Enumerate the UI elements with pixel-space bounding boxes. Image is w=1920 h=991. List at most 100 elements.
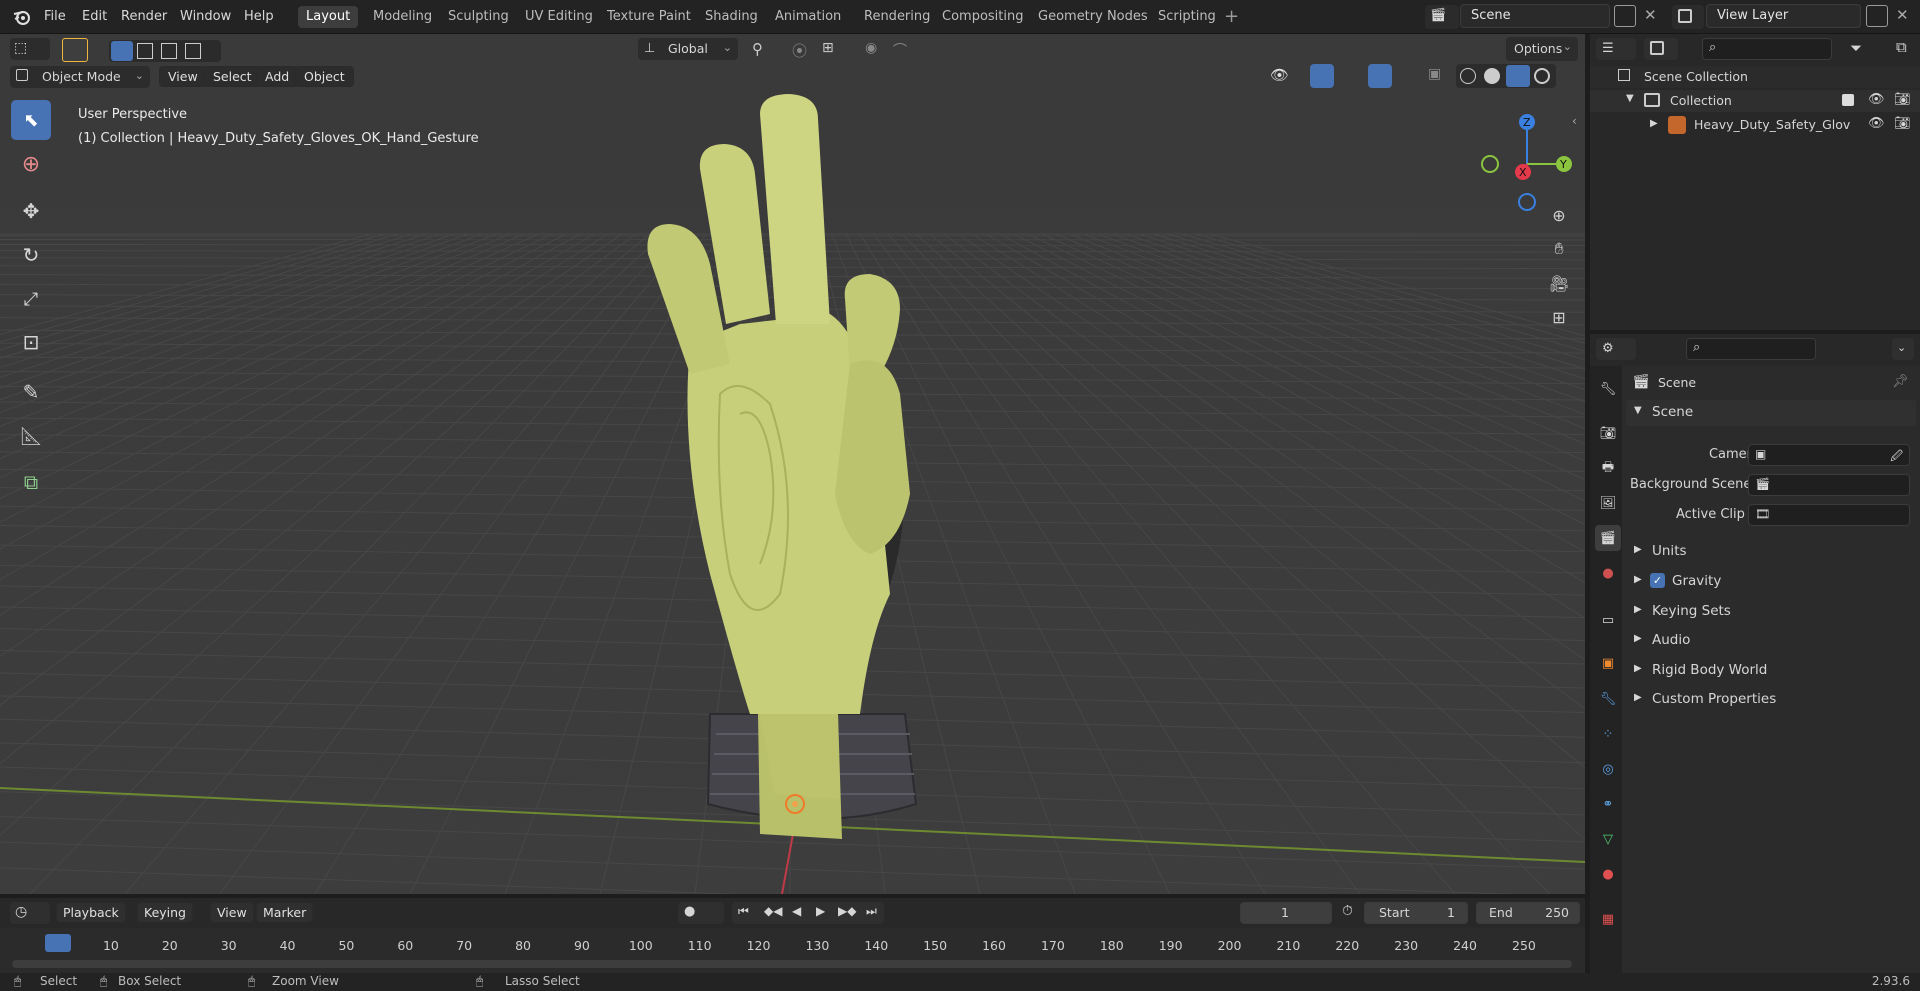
- tab-view-layer[interactable]: 🖼︎: [1595, 490, 1621, 516]
- playback-menu[interactable]: Playback: [56, 902, 126, 923]
- active-clip-field[interactable]: 🎞︎: [1748, 504, 1910, 526]
- tab-compositing[interactable]: Compositing: [934, 6, 1032, 28]
- view-layer-field[interactable]: View Layer: [1706, 4, 1861, 28]
- select-box-tool[interactable]: ⬉: [11, 100, 51, 140]
- rigid-body-world-panel-header[interactable]: ▶ Rigid Body World: [1626, 659, 1916, 683]
- delete-view-layer-icon[interactable]: ✕: [1896, 6, 1909, 24]
- 3d-viewport[interactable]: ⬚ ⊥ Global ⌄ ⚲ ⦿ ⊞ ◉ ⌒ Options ⌄ Object …: [0, 34, 1585, 894]
- new-collection-icon[interactable]: ⧉: [1896, 38, 1907, 56]
- timeline-scrollbar[interactable]: [12, 960, 1572, 968]
- scene-selector-button[interactable]: 🎬︎: [1425, 5, 1459, 29]
- falloff-icon[interactable]: ⌒: [893, 40, 907, 60]
- select-menu[interactable]: Select: [204, 66, 261, 87]
- ortho-toggle-button[interactable]: ⊞: [1544, 302, 1574, 332]
- new-view-layer-icon[interactable]: [1866, 5, 1888, 27]
- overlay-toggle-icon[interactable]: [1368, 64, 1392, 88]
- glove-model[interactable]: [630, 74, 970, 894]
- pin-icon[interactable]: 📌︎: [1892, 374, 1909, 389]
- tab-modeling[interactable]: Modeling: [365, 6, 440, 28]
- menu-render[interactable]: Render: [121, 7, 167, 27]
- measure-tool[interactable]: 📐︎: [11, 416, 51, 456]
- tab-output[interactable]: 🖶: [1595, 456, 1621, 482]
- tab-animation[interactable]: Animation: [767, 6, 849, 28]
- tab-uv-editing[interactable]: UV Editing: [517, 6, 601, 28]
- properties-search-input[interactable]: ⌕: [1686, 338, 1816, 360]
- object-menu[interactable]: Object: [295, 66, 354, 87]
- transform-tool[interactable]: ⊡: [11, 322, 51, 362]
- audio-panel-header[interactable]: ▶ Audio: [1626, 629, 1916, 653]
- auto-keying-button[interactable]: ●: [678, 902, 724, 924]
- properties-editor-type-button[interactable]: ⚙: [1596, 338, 1636, 360]
- camera-view-button[interactable]: 🎥︎: [1544, 268, 1574, 298]
- gizmo-toggle-icon[interactable]: [1310, 64, 1334, 88]
- custom-properties-panel-header[interactable]: ▶ Custom Properties: [1626, 688, 1916, 712]
- menu-file[interactable]: File: [44, 7, 66, 27]
- play-icon[interactable]: ▶: [816, 904, 825, 918]
- camera-icon[interactable]: 📷︎: [1894, 116, 1911, 131]
- add-workspace-icon[interactable]: +: [1224, 6, 1239, 27]
- tab-shading[interactable]: Shading: [697, 6, 766, 28]
- transform-orientation-dropdown[interactable]: ⊥ Global ⌄: [638, 38, 738, 60]
- outliner-row-object[interactable]: ▶ Heavy_Duty_Safety_Glov 👁︎ 📷︎: [1590, 114, 1920, 136]
- scale-tool[interactable]: ⤢: [11, 279, 51, 319]
- timeline-editor-type-button[interactable]: ◷: [10, 902, 50, 924]
- shading-mode-group[interactable]: [1456, 64, 1556, 88]
- jump-end-icon[interactable]: ⏭: [866, 904, 877, 919]
- snap-icon[interactable]: ⦿: [792, 40, 807, 61]
- tab-texture[interactable]: ▦: [1595, 906, 1621, 932]
- marker-menu[interactable]: Marker: [256, 902, 314, 923]
- tab-texture-paint[interactable]: Texture Paint: [599, 6, 699, 28]
- eye-icon[interactable]: 👁︎: [1868, 116, 1885, 131]
- rendered-shading-icon[interactable]: [1534, 68, 1550, 84]
- outliner-search-input[interactable]: ⌕: [1702, 38, 1832, 60]
- wireframe-shading-icon[interactable]: [1460, 68, 1476, 84]
- select-extend-icon[interactable]: [137, 43, 153, 59]
- view-layer-selector-button[interactable]: [1672, 5, 1704, 29]
- rotate-tool[interactable]: ↻: [11, 235, 51, 275]
- add-menu[interactable]: Add: [256, 66, 299, 87]
- eye-icon[interactable]: 👁︎: [1868, 92, 1885, 107]
- next-keyframe-icon[interactable]: ▶◆: [838, 904, 856, 918]
- proportional-edit-icon[interactable]: ◉: [865, 40, 877, 56]
- menu-edit[interactable]: Edit: [82, 7, 107, 27]
- scene-panel-header[interactable]: ▼ Scene: [1626, 400, 1916, 426]
- outliner-row-collection[interactable]: ▼ Collection 👁︎ 📷︎: [1590, 90, 1920, 112]
- tab-sculpting[interactable]: Sculpting: [440, 6, 517, 28]
- tab-layout[interactable]: Layout: [298, 6, 359, 28]
- expand-arrow-icon[interactable]: ▶: [1650, 118, 1658, 129]
- tab-particles[interactable]: ⁘: [1595, 721, 1621, 747]
- view-menu[interactable]: View: [159, 66, 207, 87]
- keying-menu[interactable]: Keying: [137, 902, 193, 923]
- editor-type-button[interactable]: ⬚: [10, 38, 50, 60]
- play-reverse-icon[interactable]: ◀: [792, 904, 801, 918]
- outliner-row-scene-collection[interactable]: Scene Collection: [1590, 66, 1920, 88]
- pan-button[interactable]: ✋︎: [1544, 234, 1574, 264]
- playhead[interactable]: [45, 934, 71, 952]
- select-tool-icon[interactable]: [62, 38, 88, 62]
- tab-collection[interactable]: ▭: [1595, 607, 1621, 633]
- gravity-panel-header[interactable]: ▶ ✓ Gravity: [1626, 570, 1916, 594]
- tab-geometry-nodes[interactable]: Geometry Nodes: [1030, 6, 1156, 28]
- material-preview-shading-icon[interactable]: [1506, 65, 1530, 87]
- tab-physics[interactable]: ◎: [1595, 756, 1621, 782]
- cursor-tool[interactable]: ⊕: [11, 144, 51, 184]
- filter-icon[interactable]: ⏷: [1850, 39, 1862, 57]
- display-mode-button[interactable]: [1644, 38, 1678, 60]
- start-frame-field[interactable]: Start 1: [1364, 902, 1468, 924]
- properties-options-button[interactable]: ⌄: [1892, 338, 1914, 360]
- move-tool[interactable]: ✥: [11, 191, 51, 231]
- select-subtract-icon[interactable]: [161, 43, 177, 59]
- expand-arrow-icon[interactable]: ▼: [1626, 93, 1634, 104]
- visibility-icon[interactable]: 👁︎: [1270, 66, 1289, 84]
- end-frame-field[interactable]: End 250: [1476, 902, 1580, 924]
- tab-data[interactable]: ▽: [1595, 826, 1621, 852]
- add-cube-tool[interactable]: ⧉: [11, 462, 51, 502]
- delete-scene-icon[interactable]: ✕: [1644, 6, 1657, 24]
- outliner-editor-type-button[interactable]: ☰: [1596, 38, 1636, 60]
- tab-world[interactable]: ●: [1595, 560, 1621, 586]
- sidebar-toggle-icon[interactable]: ‹: [1572, 114, 1577, 128]
- tab-modifiers[interactable]: 🔧︎: [1595, 686, 1621, 712]
- units-panel-header[interactable]: ▶ Units: [1626, 540, 1916, 564]
- tab-tool[interactable]: 🔧︎: [1595, 376, 1621, 402]
- select-invert-icon[interactable]: [185, 43, 201, 59]
